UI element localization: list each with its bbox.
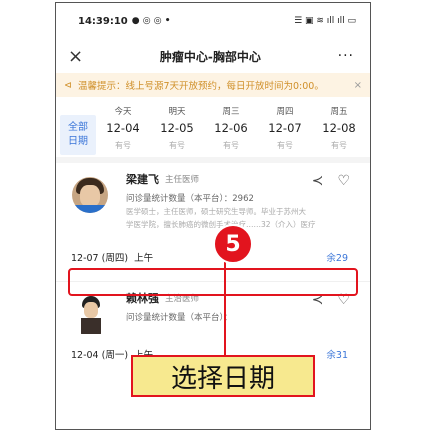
navbar: × 肿瘤中心-胸部中心 ···: [56, 39, 370, 73]
more-icon[interactable]: ···: [338, 48, 354, 64]
date-option[interactable]: 今天 12-04 有号: [96, 105, 150, 157]
share-icon[interactable]: ≺: [312, 173, 324, 189]
doctor-stat: 问诊量统计数量（本平台）：2962: [126, 194, 254, 204]
heart-icon[interactable]: ♡: [337, 173, 350, 189]
doctor-desc: 医学硕士，主任医师，硕士研究生导师。毕业于苏州大: [126, 207, 306, 216]
highlight-box: [68, 268, 358, 296]
notification-icons: ● ◎ ◎ •: [131, 16, 171, 26]
notice-close-icon[interactable]: ×: [354, 80, 362, 91]
date-option[interactable]: 明天 12-05 有号: [150, 105, 204, 157]
page-title: 肿瘤中心-胸部中心: [159, 49, 261, 64]
close-icon[interactable]: ×: [68, 46, 83, 67]
notice-text: 温馨提示：线上号源7天开放预约，每日开放时间为0:00。: [77, 81, 324, 92]
doctor-stat: 问诊量统计数量（本平台）：: [126, 313, 233, 323]
date-picker: 全部 日期 今天 12-04 有号 明天 12-05 有号 周三 12-06 有…: [56, 97, 370, 163]
doctor-avatar: [76, 294, 106, 334]
signal-battery-icons: ☰ ▣ ≋ ıll ıll ▭: [294, 16, 356, 26]
all-dates-button[interactable]: 全部 日期: [60, 115, 96, 155]
remaining-count: 余29: [326, 253, 348, 264]
status-bar: 14:39:10 ● ◎ ◎ • ☰ ▣ ≋ ıll ıll ▭: [56, 3, 370, 39]
notice-bar: ⊲ 温馨提示：线上号源7天开放预约，每日开放时间为0:00。 ×: [56, 73, 370, 97]
date-option[interactable]: 周三 12-06 有号: [204, 105, 258, 157]
doctor-level: 主任医师: [165, 175, 200, 185]
step-badge: 5: [213, 224, 253, 264]
date-option[interactable]: 周五 12-08 有号: [312, 105, 366, 157]
doctor-name: 梁建飞: [126, 173, 159, 186]
annotation-connector: [224, 262, 226, 358]
doctor-avatar: [72, 177, 108, 213]
remaining-count: 余31: [326, 350, 348, 361]
speaker-icon: ⊲: [64, 79, 72, 91]
date-option[interactable]: 周四 12-07 有号: [258, 105, 312, 157]
doctor-card[interactable]: ≺ ♡ 梁建飞 主任医师 问诊量统计数量（本平台）：2962 医学硕士，主任医师…: [56, 163, 370, 281]
status-time: 14:39:10: [78, 15, 128, 27]
annotation-label: 选择日期: [131, 355, 315, 397]
